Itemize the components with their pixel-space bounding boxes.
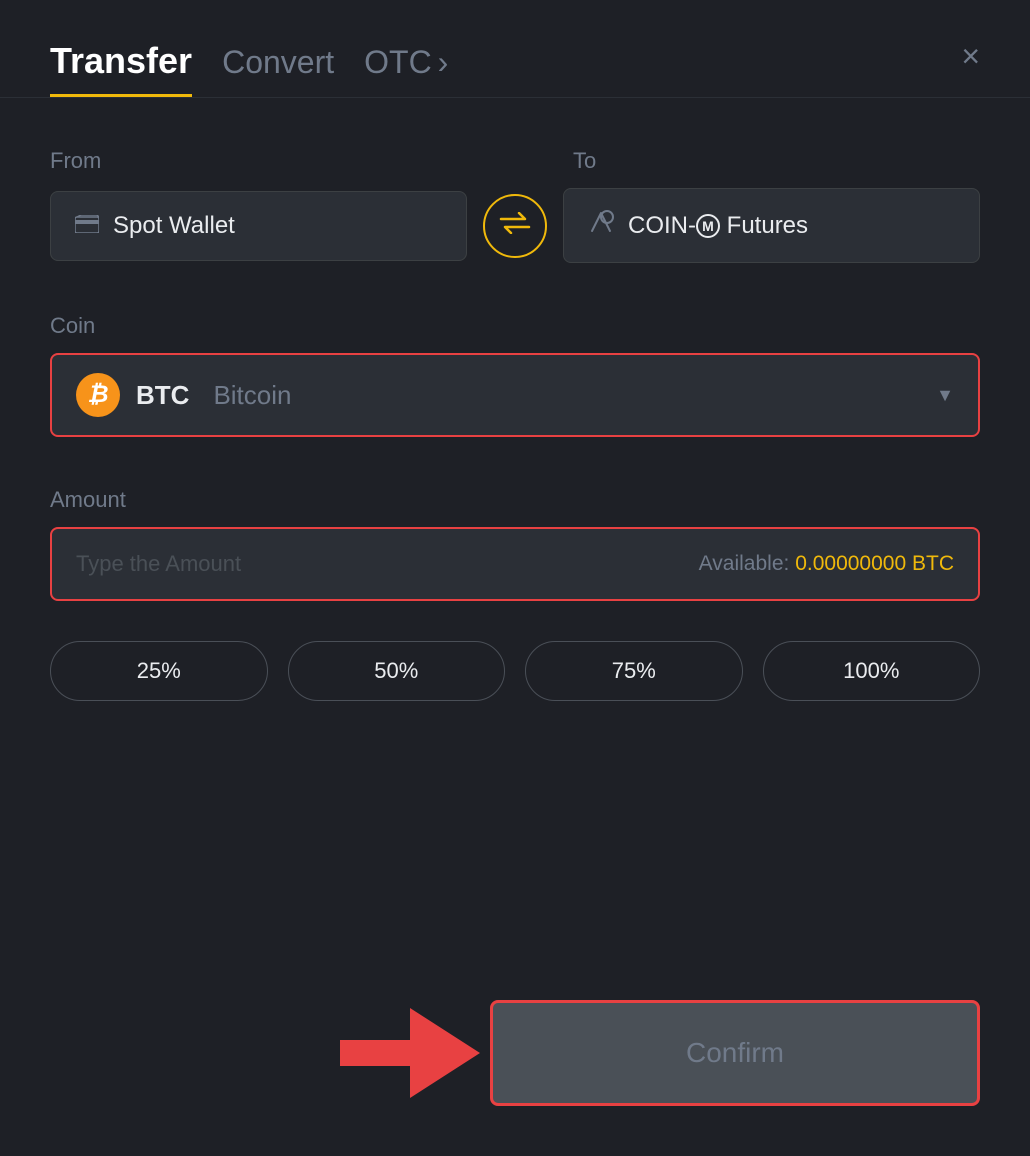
chevron-down-icon: ▼ xyxy=(936,385,954,406)
btc-icon: ₿ xyxy=(76,373,120,417)
coin-symbol: BTC xyxy=(136,380,189,411)
pct-25-button[interactable]: 25% xyxy=(50,641,268,701)
swap-button[interactable] xyxy=(483,194,547,258)
from-label: From xyxy=(50,148,457,174)
percentage-buttons: 25% 50% 75% 100% xyxy=(50,641,980,701)
amount-input-box[interactable]: Type the Amount Available: 0.00000000 BT… xyxy=(50,527,980,601)
close-button[interactable]: × xyxy=(961,40,980,72)
to-label: To xyxy=(573,148,980,174)
swap-icon xyxy=(499,210,531,241)
coin-selector[interactable]: ₿ BTC Bitcoin ▼ xyxy=(50,353,980,437)
coin-label: Coin xyxy=(50,313,980,339)
futures-icon xyxy=(588,209,614,242)
arrow-head xyxy=(410,1008,480,1098)
pct-100-button[interactable]: 100% xyxy=(763,641,981,701)
amount-section: Amount Type the Amount Available: 0.0000… xyxy=(50,487,980,601)
from-wallet-selector[interactable]: Spot Wallet xyxy=(50,191,467,261)
to-futures-selector[interactable]: COIN-M Futures xyxy=(563,188,980,263)
from-to-inputs: Spot Wallet COIN-M xyxy=(50,188,980,263)
amount-label: Amount xyxy=(50,487,980,513)
btc-symbol: ₿ xyxy=(87,381,108,409)
tab-transfer[interactable]: Transfer xyxy=(50,40,192,97)
header-divider xyxy=(0,97,1030,98)
bottom-section: Confirm xyxy=(50,1000,980,1106)
arrow-indicator xyxy=(340,1008,480,1098)
pct-75-button[interactable]: 75% xyxy=(525,641,743,701)
transfer-modal: Transfer Convert OTC › × From To xyxy=(0,0,1030,1156)
tab-convert[interactable]: Convert xyxy=(222,44,334,93)
amount-placeholder: Type the Amount xyxy=(76,551,241,577)
from-to-section: From To Spot Wallet xyxy=(50,148,980,263)
tab-otc[interactable]: OTC › xyxy=(364,44,448,93)
from-wallet-name: Spot Wallet xyxy=(113,212,235,240)
from-to-labels: From To xyxy=(50,148,980,174)
available-display: Available: 0.00000000 BTC xyxy=(699,552,954,576)
wallet-icon xyxy=(75,212,99,240)
to-futures-name: COIN-M Futures xyxy=(628,212,808,240)
header-tabs: Transfer Convert OTC › xyxy=(50,40,980,97)
available-value: 0.00000000 BTC xyxy=(795,552,954,575)
pct-50-button[interactable]: 50% xyxy=(288,641,506,701)
confirm-button[interactable]: Confirm xyxy=(490,1000,980,1106)
coin-section: Coin ₿ BTC Bitcoin ▼ xyxy=(50,313,980,437)
arrow-shaft xyxy=(340,1040,410,1066)
coin-name: Bitcoin xyxy=(213,380,291,411)
